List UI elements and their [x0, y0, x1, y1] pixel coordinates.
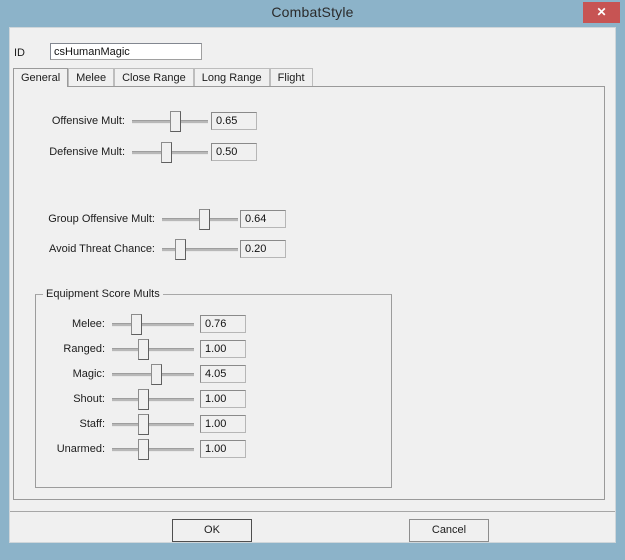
- ranged-slider[interactable]: [112, 338, 194, 360]
- tab-close-range[interactable]: Close Range: [114, 68, 194, 87]
- avoid-threat-chance-slider[interactable]: [162, 238, 238, 260]
- unarmed-slider[interactable]: [112, 438, 194, 460]
- melee-label: Melee:: [71, 318, 105, 330]
- slider-thumb[interactable]: [131, 314, 142, 335]
- shout-label: Shout:: [73, 393, 105, 405]
- magic-value[interactable]: 4.05: [200, 365, 246, 383]
- staff-value[interactable]: 1.00: [200, 415, 246, 433]
- offensive-mult-value[interactable]: 0.65: [211, 112, 257, 130]
- slider-thumb[interactable]: [138, 339, 149, 360]
- equipment-score-mults-title: Equipment Score Mults: [43, 288, 163, 300]
- cancel-button[interactable]: Cancel: [409, 519, 489, 542]
- slider-track[interactable]: [112, 323, 194, 327]
- dialog-window: CombatStyle ✕ ID General Melee Close Range…: [0, 0, 625, 560]
- magic-label: Magic:: [72, 368, 105, 380]
- tab-label: General: [21, 72, 61, 84]
- offensive-mult-label: Offensive Mult:: [51, 115, 125, 127]
- slider-track[interactable]: [112, 348, 194, 352]
- shout-slider[interactable]: [112, 388, 194, 410]
- melee-value[interactable]: 0.76: [200, 315, 246, 333]
- defensive-mult-label: Defensive Mult:: [49, 146, 125, 158]
- tab-label: Melee: [76, 72, 107, 84]
- close-button[interactable]: ✕: [583, 2, 620, 23]
- separator: [10, 511, 615, 512]
- slider-thumb[interactable]: [138, 389, 149, 410]
- slider-track[interactable]: [112, 423, 194, 427]
- slider-thumb[interactable]: [175, 239, 186, 260]
- title-bar: CombatStyle ✕: [0, 0, 625, 27]
- tab-long-range[interactable]: Long Range: [193, 68, 270, 87]
- slider-track[interactable]: [112, 448, 194, 452]
- melee-slider[interactable]: [112, 313, 194, 335]
- ranged-label: Ranged:: [63, 343, 105, 355]
- window-title: CombatStyle: [271, 4, 354, 20]
- avoid-threat-chance-value[interactable]: 0.20: [240, 240, 286, 258]
- close-icon: ✕: [596, 5, 607, 19]
- unarmed-label: Unarmed:: [56, 443, 105, 455]
- tab-general[interactable]: General: [13, 68, 69, 87]
- ok-button[interactable]: OK: [172, 519, 252, 542]
- slider-thumb[interactable]: [161, 142, 172, 163]
- id-input[interactable]: [50, 43, 202, 60]
- slider-thumb[interactable]: [199, 209, 210, 230]
- offensive-mult-slider[interactable]: [132, 110, 208, 132]
- defensive-mult-slider[interactable]: [132, 141, 208, 163]
- magic-slider[interactable]: [112, 363, 194, 385]
- ranged-value[interactable]: 1.00: [200, 340, 246, 358]
- unarmed-value[interactable]: 1.00: [200, 440, 246, 458]
- defensive-mult-value[interactable]: 0.50: [211, 143, 257, 161]
- tab-label: Close Range: [122, 72, 186, 84]
- slider-thumb[interactable]: [151, 364, 162, 385]
- tab-label: Flight: [277, 72, 305, 84]
- group-offensive-mult-label: Group Offensive Mult:: [48, 213, 155, 225]
- avoid-threat-chance-label: Avoid Threat Chance:: [49, 243, 155, 255]
- slider-track[interactable]: [112, 398, 194, 402]
- shout-value[interactable]: 1.00: [200, 390, 246, 408]
- slider-track[interactable]: [162, 248, 238, 252]
- staff-slider[interactable]: [112, 413, 194, 435]
- group-offensive-mult-value[interactable]: 0.64: [240, 210, 286, 228]
- tab-label: Long Range: [201, 72, 262, 84]
- slider-thumb[interactable]: [170, 111, 181, 132]
- group-offensive-mult-slider[interactable]: [162, 208, 238, 230]
- slider-thumb[interactable]: [138, 439, 149, 460]
- slider-thumb[interactable]: [138, 414, 149, 435]
- tab-flight[interactable]: Flight: [269, 68, 313, 87]
- tab-melee[interactable]: Melee: [68, 68, 115, 87]
- tab-strip: General Melee Close Range Long Range Flight: [13, 68, 313, 87]
- id-label: ID: [14, 47, 25, 59]
- staff-label: Staff:: [79, 418, 105, 430]
